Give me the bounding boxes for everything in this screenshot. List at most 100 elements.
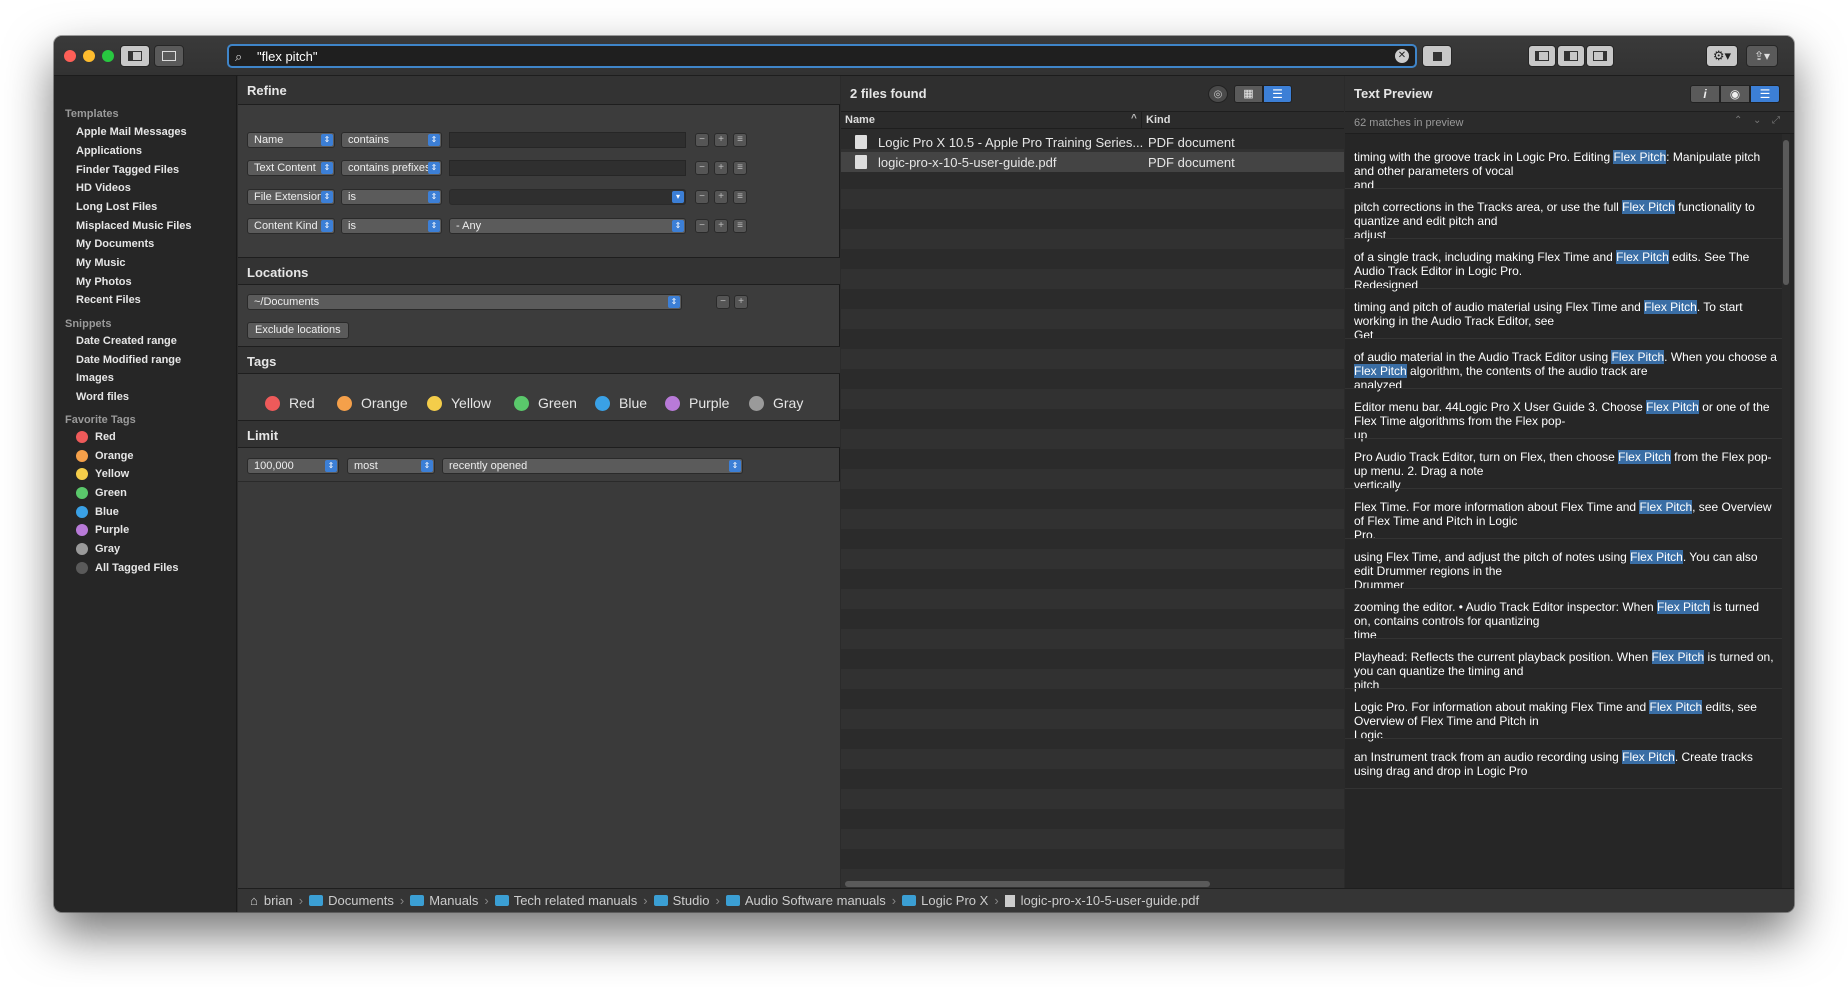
add-criteria-button[interactable]: + [714,219,728,233]
snippet-item[interactable]: Date Modified range [76,354,181,366]
content-kind-popup[interactable]: - Any ⇕ [449,218,686,234]
add-criteria-button[interactable]: + [714,133,728,147]
template-item[interactable]: My Documents [76,238,154,250]
criteria-operator-popup[interactable]: contains ⇕ [341,132,442,148]
path-segment[interactable]: Audio Software manuals [745,893,886,908]
path-segment[interactable]: Documents [328,893,394,908]
preview-snippet[interactable]: using Flex Time, and adjust the pitch of… [1354,550,1779,592]
sidebar-tag-orange[interactable]: Orange [76,450,134,462]
preview-snippet[interactable]: of audio material in the Audio Track Edi… [1354,350,1779,392]
sidebar-tag-yellow[interactable]: Yellow [76,468,129,480]
criteria-value-field[interactable] [449,160,686,176]
remove-location-button[interactable]: − [716,295,730,309]
sidebar-tag-all[interactable]: All Tagged Files [76,562,179,574]
horizontal-scrollbar[interactable] [845,881,1210,887]
search-query[interactable]: "flex pitch" [257,49,318,64]
remove-criteria-button[interactable]: − [695,133,709,147]
snippet-item[interactable]: Images [76,372,114,384]
tag-filter-green[interactable]: Green [514,395,577,411]
file-row-selected[interactable]: logic-pro-x-10-5-user-guide.pdf PDF docu… [841,152,1344,172]
limit-sort-popup[interactable]: recently opened ⇕ [442,458,743,474]
tag-filter-gray[interactable]: Gray [749,395,803,411]
close-window-button[interactable] [64,50,76,62]
criteria-operator-popup[interactable]: is ⇕ [341,189,442,205]
add-location-button[interactable]: + [734,295,748,309]
criteria-options-button[interactable]: ≡ [733,161,747,175]
template-item[interactable]: My Photos [76,276,132,288]
list-view-icon[interactable]: ☰ [1263,85,1292,103]
preview-snippet[interactable]: Playhead: Reflects the current playback … [1354,650,1779,692]
snippet-item[interactable]: Date Created range [76,335,177,347]
toggle-sidebar-button[interactable] [120,45,150,67]
tag-filter-yellow[interactable]: Yellow [427,395,491,411]
tag-filter-orange[interactable]: Orange [337,395,408,411]
filter-icon[interactable]: ◎ [1208,85,1228,103]
toggle-refine-button[interactable] [154,45,184,67]
template-item[interactable]: Applications [76,145,142,157]
clear-search-icon[interactable]: ✕ [1395,49,1409,63]
limit-mode-popup[interactable]: most ⇕ [347,458,435,474]
criteria-attribute-popup[interactable]: File Extension ⇕ [247,189,335,205]
stop-search-button[interactable] [1422,45,1452,67]
criteria-value-field[interactable] [449,132,686,148]
sidebar-tag-gray[interactable]: Gray [76,543,120,555]
template-item[interactable]: HD Videos [76,182,131,194]
tag-filter-blue[interactable]: Blue [595,395,647,411]
preview-snippet[interactable]: Pro Audio Track Editor, turn on Flex, th… [1354,450,1779,492]
preview-snippet[interactable]: Editor menu bar. 44Logic Pro X User Guid… [1354,400,1779,442]
criteria-options-button[interactable]: ≡ [733,219,747,233]
template-item[interactable]: Apple Mail Messages [76,126,187,138]
criteria-attribute-popup[interactable]: Text Content ⇕ [247,160,335,176]
path-segment[interactable]: brian [264,893,293,908]
path-segment[interactable]: logic-pro-x-10-5-user-guide.pdf [1021,893,1199,908]
template-item[interactable]: Finder Tagged Files [76,164,179,176]
layout-left-button[interactable] [1528,45,1556,67]
limit-count-popup[interactable]: 100,000 ⇕ [247,458,339,474]
layout-right-button[interactable] [1586,45,1614,67]
template-item[interactable]: Long Lost Files [76,201,157,213]
path-segment[interactable]: Studio [673,893,710,908]
vertical-scrollbar-thumb[interactable] [1783,140,1789,285]
file-row[interactable]: Logic Pro X 10.5 - Apple Pro Training Se… [841,132,1344,152]
criteria-attribute-popup[interactable]: Name ⇕ [247,132,335,148]
criteria-attribute-popup[interactable]: Content Kind ⇕ [247,218,335,234]
sidebar-tag-blue[interactable]: Blue [76,506,119,518]
grid-view-icon[interactable]: ▦ [1234,85,1263,103]
path-segment[interactable]: Manuals [429,893,478,908]
criteria-operator-popup[interactable]: contains prefixes ⇕ [341,160,442,176]
criteria-options-button[interactable]: ≡ [733,190,747,204]
tag-filter-purple[interactable]: Purple [665,395,729,411]
preview-snippet[interactable]: an Instrument track from an audio record… [1354,750,1779,778]
remove-criteria-button[interactable]: − [695,161,709,175]
extension-combo[interactable]: ▾ [449,189,686,205]
preview-snippet[interactable]: timing and pitch of audio material using… [1354,300,1779,342]
path-segment[interactable]: Logic Pro X [921,893,988,908]
template-item[interactable]: My Music [76,257,126,269]
location-popup[interactable]: ~/Documents ⇕ [247,294,682,310]
layout-middle-button[interactable] [1557,45,1585,67]
preview-snippet[interactable]: Logic Pro. For information about making … [1354,700,1779,742]
add-criteria-button[interactable]: + [714,190,728,204]
column-name[interactable]: Name [845,114,875,126]
zoom-window-button[interactable] [102,50,114,62]
preview-snippet[interactable]: pitch corrections in the Tracks area, or… [1354,200,1779,242]
sidebar-tag-purple[interactable]: Purple [76,524,129,536]
criteria-options-button[interactable]: ≡ [733,133,747,147]
tag-filter-red[interactable]: Red [265,395,315,411]
search-field[interactable]: ⌕ "flex pitch" ✕ [227,44,1417,68]
criteria-operator-popup[interactable]: is ⇕ [341,218,442,234]
preview-snippet[interactable]: of a single track, including making Flex… [1354,250,1779,292]
remove-criteria-button[interactable]: − [695,190,709,204]
action-menu-button[interactable]: ⚙▾ [1706,45,1738,67]
column-kind[interactable]: Kind [1146,114,1170,126]
add-criteria-button[interactable]: + [714,161,728,175]
minimize-window-button[interactable] [83,50,95,62]
template-item[interactable]: Recent Files [76,294,141,306]
remove-criteria-button[interactable]: − [695,219,709,233]
sidebar-tag-red[interactable]: Red [76,431,116,443]
share-button[interactable]: ⇪▾ [1746,45,1778,67]
template-item[interactable]: Misplaced Music Files [76,220,192,232]
preview-snippet[interactable]: Flex Time. For more information about Fl… [1354,500,1779,542]
preview-snippet[interactable]: zooming the editor. • Audio Track Editor… [1354,600,1779,642]
path-segment[interactable]: Tech related manuals [514,893,638,908]
